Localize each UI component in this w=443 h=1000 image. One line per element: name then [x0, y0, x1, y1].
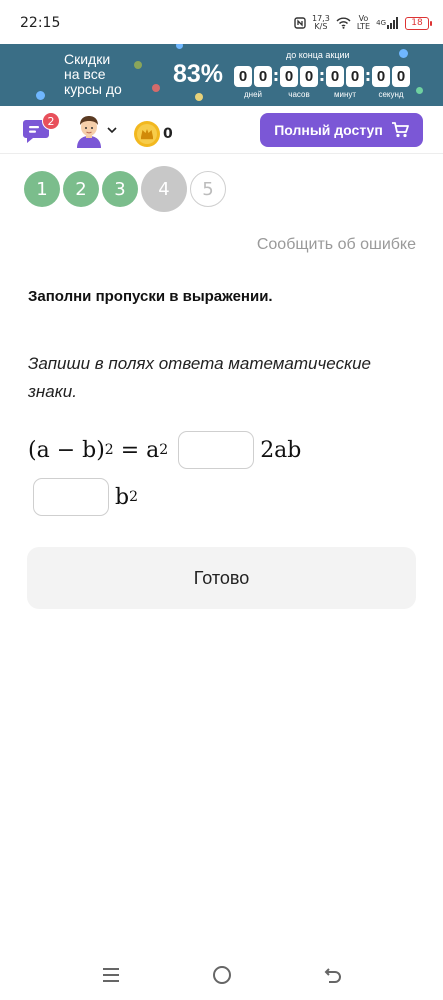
confetti-dot — [399, 49, 408, 58]
menu-icon — [103, 968, 119, 982]
home-icon — [213, 966, 231, 984]
avatar[interactable] — [74, 114, 104, 148]
timer-minutes: 0 0 минут — [326, 66, 364, 99]
confetti-dot — [36, 91, 45, 100]
timer-label: секунд — [378, 90, 404, 99]
answer-input-2[interactable] — [33, 478, 109, 516]
promo-line-3: курсы до — [64, 81, 122, 97]
signal-icon: 4G — [376, 17, 399, 29]
full-access-label: Полный доступ — [274, 122, 383, 138]
wifi-icon — [336, 17, 351, 29]
timer-days: 0 0 дней — [234, 66, 272, 99]
nfc-icon — [294, 17, 306, 29]
step-4[interactable]: 4 — [141, 166, 187, 212]
expr-part: (a − b) — [28, 437, 105, 463]
timer-seconds: 0 0 секунд — [372, 66, 410, 99]
network-type: 4G — [376, 19, 386, 27]
confetti-dot — [134, 61, 142, 69]
timer-digit: 0 — [392, 66, 410, 87]
timer-digit: 0 — [254, 66, 272, 87]
timer-digit: 0 — [300, 66, 318, 87]
timer-label: дней — [243, 90, 262, 99]
task-instruction: Запиши в полях ответа математические зна… — [28, 354, 372, 401]
volte-lte: LTE — [356, 22, 371, 31]
promo-line-1: Скидки — [64, 51, 111, 67]
step-3[interactable]: 3 — [102, 171, 138, 207]
timer-digit: 0 — [234, 66, 252, 87]
confetti-dot — [176, 44, 183, 49]
promo-until-label: до конца акции — [286, 50, 350, 60]
timer-label: минут — [333, 90, 357, 99]
promo-line-2: на все — [64, 66, 106, 82]
expr-part: 2ab — [260, 437, 302, 463]
speed-unit: K/S — [314, 22, 328, 31]
expr-part: = a — [113, 437, 160, 463]
system-nav-bar — [0, 955, 443, 1000]
countdown-timer: 0 0 дней : 0 0 часов : 0 0 минут : 0 0 с… — [234, 66, 410, 99]
step-1[interactable]: 1 — [24, 171, 60, 207]
promo-percent: 83% — [173, 60, 224, 88]
status-icons: 17,3 K/S Vo LTE 4G 18 — [294, 14, 432, 32]
timer-colon: : — [318, 66, 326, 85]
chat-badge: 2 — [42, 112, 60, 130]
promo-banner[interactable]: Скидки на все курсы до 83% до конца акци… — [0, 44, 443, 106]
promo-text: Скидки на все курсы до — [64, 52, 122, 97]
step-5[interactable]: 5 — [190, 171, 226, 207]
math-expression-line-2: b2 — [28, 478, 138, 516]
timer-digit: 0 — [372, 66, 390, 87]
expr-exponent: 2 — [159, 442, 169, 458]
timer-label: часов — [288, 90, 310, 99]
timer-colon: : — [272, 66, 280, 85]
timer-digit: 0 — [346, 66, 364, 87]
timer-digit: 0 — [326, 66, 344, 87]
confetti-dot — [416, 87, 423, 94]
coin-count: 0 — [163, 126, 173, 142]
status-time: 22:15 — [20, 15, 61, 31]
app-header: 2 0 Полный доступ — [0, 106, 443, 154]
volte-label: Vo LTE — [357, 15, 370, 31]
full-access-button[interactable]: Полный доступ — [260, 113, 423, 147]
home-nav-button[interactable] — [207, 963, 237, 987]
back-icon — [324, 968, 341, 983]
confetti-dot — [195, 93, 203, 101]
cart-icon — [391, 122, 409, 138]
menu-nav-button[interactable] — [96, 963, 126, 987]
answer-input-1[interactable] — [178, 431, 255, 469]
coin-icon — [133, 120, 161, 148]
expr-part: b — [115, 484, 130, 510]
done-button[interactable]: Готово — [27, 547, 416, 609]
timer-hours: 0 0 часов — [280, 66, 318, 99]
status-bar: 22:15 17,3 K/S Vo LTE 4G 18 — [0, 0, 443, 44]
expr-exponent: 2 — [104, 442, 114, 458]
step-indicator: 1 2 3 4 5 — [24, 166, 226, 212]
back-nav-button[interactable] — [318, 963, 348, 987]
timer-colon: : — [364, 66, 372, 85]
chevron-down-icon[interactable] — [107, 126, 117, 134]
confetti-dot — [152, 84, 160, 92]
math-expression-line-1: (a − b) 2 = a2 2ab — [28, 431, 301, 469]
timer-digit: 0 — [280, 66, 298, 87]
battery-icon: 18 — [405, 16, 432, 30]
network-speed: 17,3 K/S — [312, 15, 330, 31]
step-2[interactable]: 2 — [63, 171, 99, 207]
expr-exponent: 2 — [129, 489, 139, 505]
report-error-link[interactable]: Сообщить об ошибке — [257, 236, 416, 254]
task-title: Заполни пропуски в выражении. — [28, 288, 273, 305]
